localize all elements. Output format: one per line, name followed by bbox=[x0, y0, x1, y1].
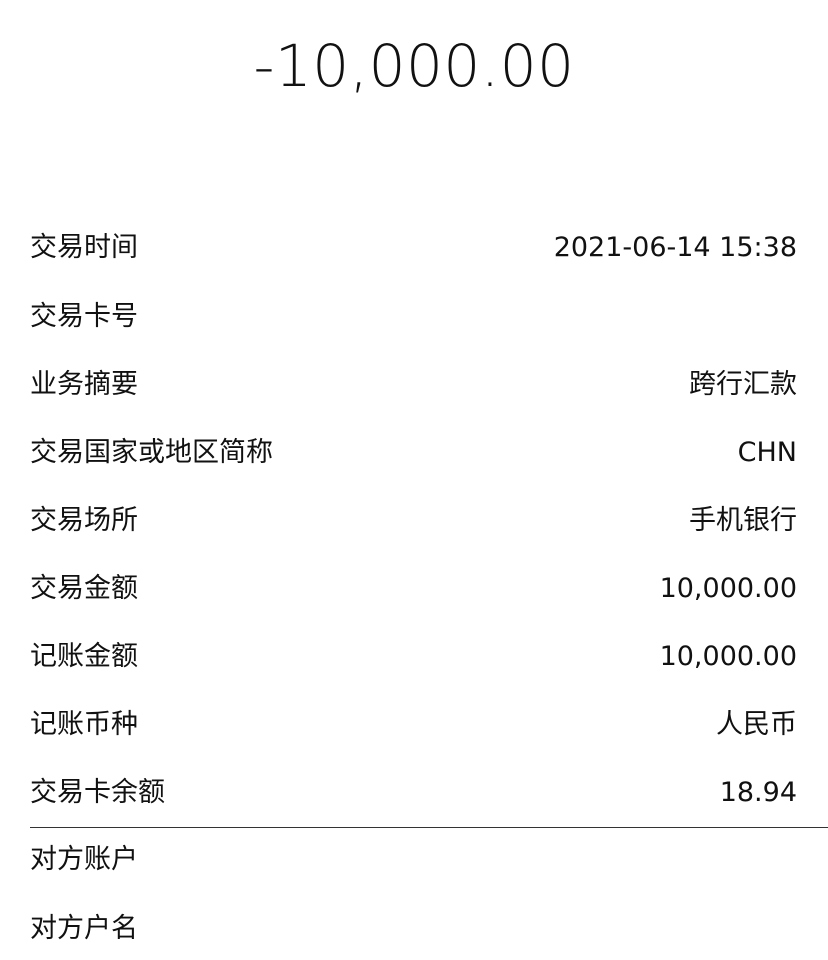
detail-label: 对方户名 bbox=[30, 913, 138, 944]
detail-row-booking-currency: 记账币种 人民币 bbox=[30, 705, 797, 745]
detail-label: 记账币种 bbox=[30, 709, 138, 740]
detail-label: 交易场所 bbox=[30, 505, 138, 536]
detail-row-card-number: 交易卡号 bbox=[30, 297, 797, 337]
detail-label: 交易卡号 bbox=[30, 301, 138, 332]
detail-row-card-balance: 交易卡余额 18.94 bbox=[30, 773, 797, 813]
detail-row-counterparty-account: 对方账户 bbox=[30, 840, 797, 880]
detail-row-transaction-place: 交易场所 手机银行 bbox=[30, 501, 797, 541]
detail-label: 交易金额 bbox=[30, 573, 138, 604]
detail-row-business-summary: 业务摘要 跨行汇款 bbox=[30, 365, 797, 405]
detail-value: CHN bbox=[737, 437, 797, 468]
detail-value: 人民币 bbox=[716, 709, 797, 740]
detail-label: 交易时间 bbox=[30, 232, 138, 263]
detail-label: 对方账户 bbox=[30, 844, 138, 875]
detail-value: 2021-06-14 15:38 bbox=[553, 232, 797, 263]
detail-label: 交易卡余额 bbox=[30, 777, 165, 808]
detail-value: 跨行汇款 bbox=[689, 369, 797, 400]
detail-value: 手机银行 bbox=[689, 505, 797, 536]
detail-label: 交易国家或地区简称 bbox=[30, 437, 273, 468]
detail-row-booking-amount: 记账金额 10,000.00 bbox=[30, 637, 797, 677]
detail-value: 18.94 bbox=[719, 777, 797, 808]
transaction-amount: -10,000.00 bbox=[253, 32, 575, 100]
detail-row-counterparty-name: 对方户名 bbox=[30, 909, 797, 949]
detail-label: 记账金额 bbox=[30, 641, 138, 672]
detail-row-transaction-time: 交易时间 2021-06-14 15:38 bbox=[30, 228, 797, 268]
section-divider bbox=[30, 827, 828, 828]
detail-value: 10,000.00 bbox=[659, 641, 797, 672]
detail-row-country-region: 交易国家或地区简称 CHN bbox=[30, 433, 797, 473]
detail-label: 业务摘要 bbox=[30, 369, 138, 400]
detail-value: 10,000.00 bbox=[659, 573, 797, 604]
detail-row-transaction-amount: 交易金额 10,000.00 bbox=[30, 569, 797, 609]
